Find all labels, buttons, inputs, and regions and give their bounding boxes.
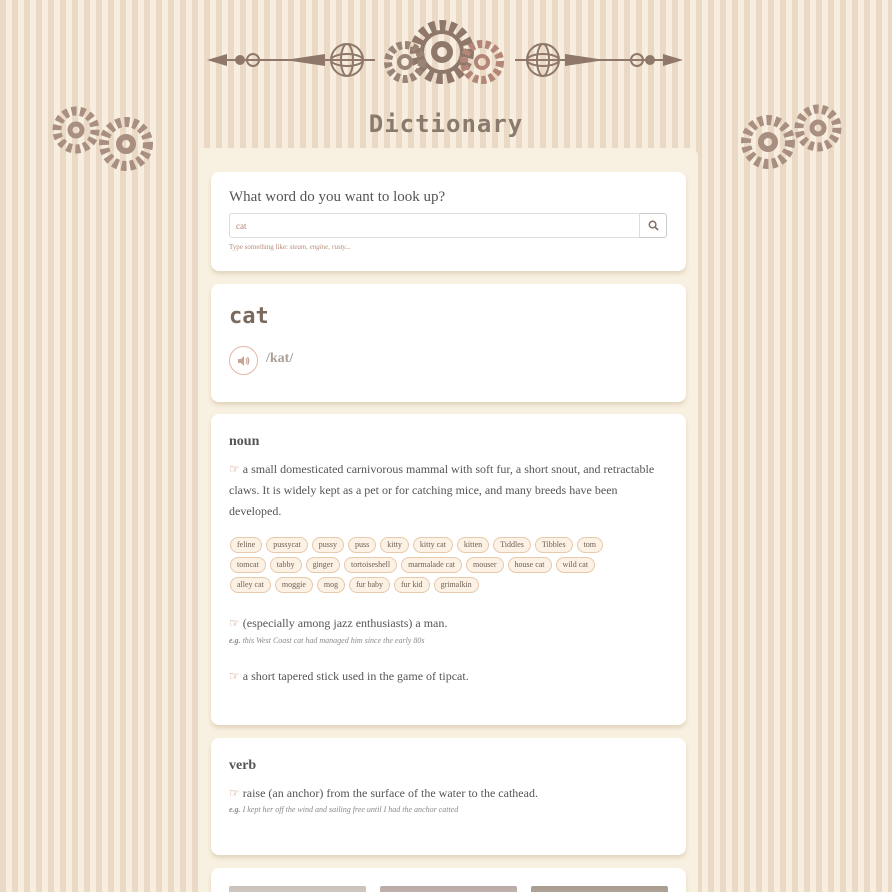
cat-image-thumbnail[interactable] [531, 886, 668, 892]
definition-text: a short tapered stick used in the game o… [242, 669, 469, 683]
page-header: Dictionary [0, 0, 892, 171]
speaker-icon [238, 355, 250, 366]
search-hint-examples: steam, engine, rusty... [289, 243, 351, 251]
definition-item: ☞ raise (an anchor) from the surface of t… [229, 783, 667, 804]
example-prefix: e.g. [229, 636, 241, 645]
synonym-chip[interactable]: fur baby [349, 577, 390, 593]
synonym-chip[interactable]: puss [348, 537, 377, 553]
part-of-speech-noun: noun [229, 434, 260, 449]
search-label: What word do you want to look up? [229, 189, 446, 205]
search-card: What word do you want to look up? Type s… [211, 172, 686, 271]
synonym-chip[interactable]: pussycat [266, 537, 308, 553]
search-hint-prefix: Type something like: [229, 243, 290, 251]
synonym-chip[interactable]: kitty [380, 537, 409, 553]
example-prefix: e.g. [229, 805, 241, 814]
search-input[interactable] [229, 213, 641, 238]
search-row [229, 213, 667, 238]
synonym-chip[interactable]: tortoiseshell [344, 557, 398, 573]
synonym-chip[interactable]: mog [316, 577, 346, 593]
synonym-chip[interactable]: marmalade cat [401, 557, 462, 573]
example-text: this West Coast cat had managed him sinc… [242, 636, 425, 645]
hand-pointing-icon: ☞ [229, 669, 240, 683]
synonym-chip[interactable]: ginger [305, 557, 340, 573]
hand-pointing-icon: ☞ [229, 616, 240, 630]
verb-meaning-card: verb ☞ raise (an anchor) from the surface… [211, 738, 686, 855]
dictionary-container: What word do you want to look up? Type s… [198, 148, 698, 892]
synonyms-list: feline pussycat pussy puss kitty kitty c… [230, 537, 650, 597]
synonym-chip[interactable]: moggie [274, 577, 313, 593]
cat-image-thumbnail[interactable] [229, 886, 366, 892]
synonym-chip[interactable]: feline [230, 537, 263, 553]
synonym-chip[interactable]: grimalkin [433, 577, 479, 593]
hand-pointing-icon: ☞ [229, 786, 240, 800]
synonym-chip[interactable]: kitten [456, 537, 490, 553]
synonym-chip[interactable]: pussy [311, 537, 345, 553]
play-pronunciation-button[interactable] [229, 346, 258, 375]
hand-pointing-icon: ☞ [229, 462, 240, 476]
example-text: I kept her off the wind and sailing free… [242, 805, 459, 814]
synonym-chip[interactable]: Tiddles [493, 537, 531, 553]
definition-text: (especially among jazz enthusiasts) a ma… [242, 616, 448, 630]
noun-meaning-card: noun ☞ a small domesticated carnivorous m… [211, 414, 686, 725]
definition-item: ☞ a small domesticated carnivorous mammal… [229, 459, 667, 522]
synonym-chip[interactable]: tomcat [230, 557, 266, 573]
search-icon [648, 220, 659, 231]
definition-item: ☞ (especially among jazz enthusiasts) a m… [229, 613, 667, 634]
search-button[interactable] [640, 213, 667, 238]
synonym-chip[interactable]: tabby [269, 557, 302, 573]
definition-item: ☞ a short tapered stick used in the game … [229, 666, 667, 687]
synonym-row: tomcat tabby ginger tortoiseshell marmal… [230, 557, 650, 573]
synonym-chip[interactable]: kitty cat [412, 537, 453, 553]
synonym-chip[interactable]: alley cat [230, 577, 271, 593]
images-card [211, 868, 686, 892]
synonym-chip[interactable]: fur kid [394, 577, 430, 593]
synonym-chip[interactable]: house cat [507, 557, 552, 573]
definition-text: raise (an anchor) from the surface of th… [242, 786, 538, 800]
page-title: Dictionary [368, 110, 524, 138]
definition-text: a small domesticated carnivorous mammal … [229, 462, 655, 518]
synonym-row: feline pussycat pussy puss kitty kitty c… [230, 537, 650, 553]
word-heading: cat [229, 304, 269, 329]
synonym-chip[interactable]: tom [576, 537, 604, 553]
part-of-speech-verb: verb [229, 758, 257, 773]
example-sentence: e.g. I kept her off the wind and sailing… [229, 805, 458, 814]
synonym-chip[interactable]: Tibbles [534, 537, 573, 553]
cat-image-thumbnail[interactable] [380, 886, 517, 892]
synonym-chip[interactable]: mouser [465, 557, 504, 573]
synonym-chip[interactable]: wild cat [555, 557, 596, 573]
phonetic-text: /kat/ [266, 351, 294, 366]
synonym-row: alley cat moggie mog fur baby fur kid gr… [230, 577, 650, 593]
example-sentence: e.g. this West Coast cat had managed him… [229, 636, 424, 645]
word-card: cat /kat/ [211, 284, 686, 402]
search-hint: Type something like: steam, engine, rust… [229, 243, 351, 251]
steampunk-gears-ornament [207, 20, 683, 84]
